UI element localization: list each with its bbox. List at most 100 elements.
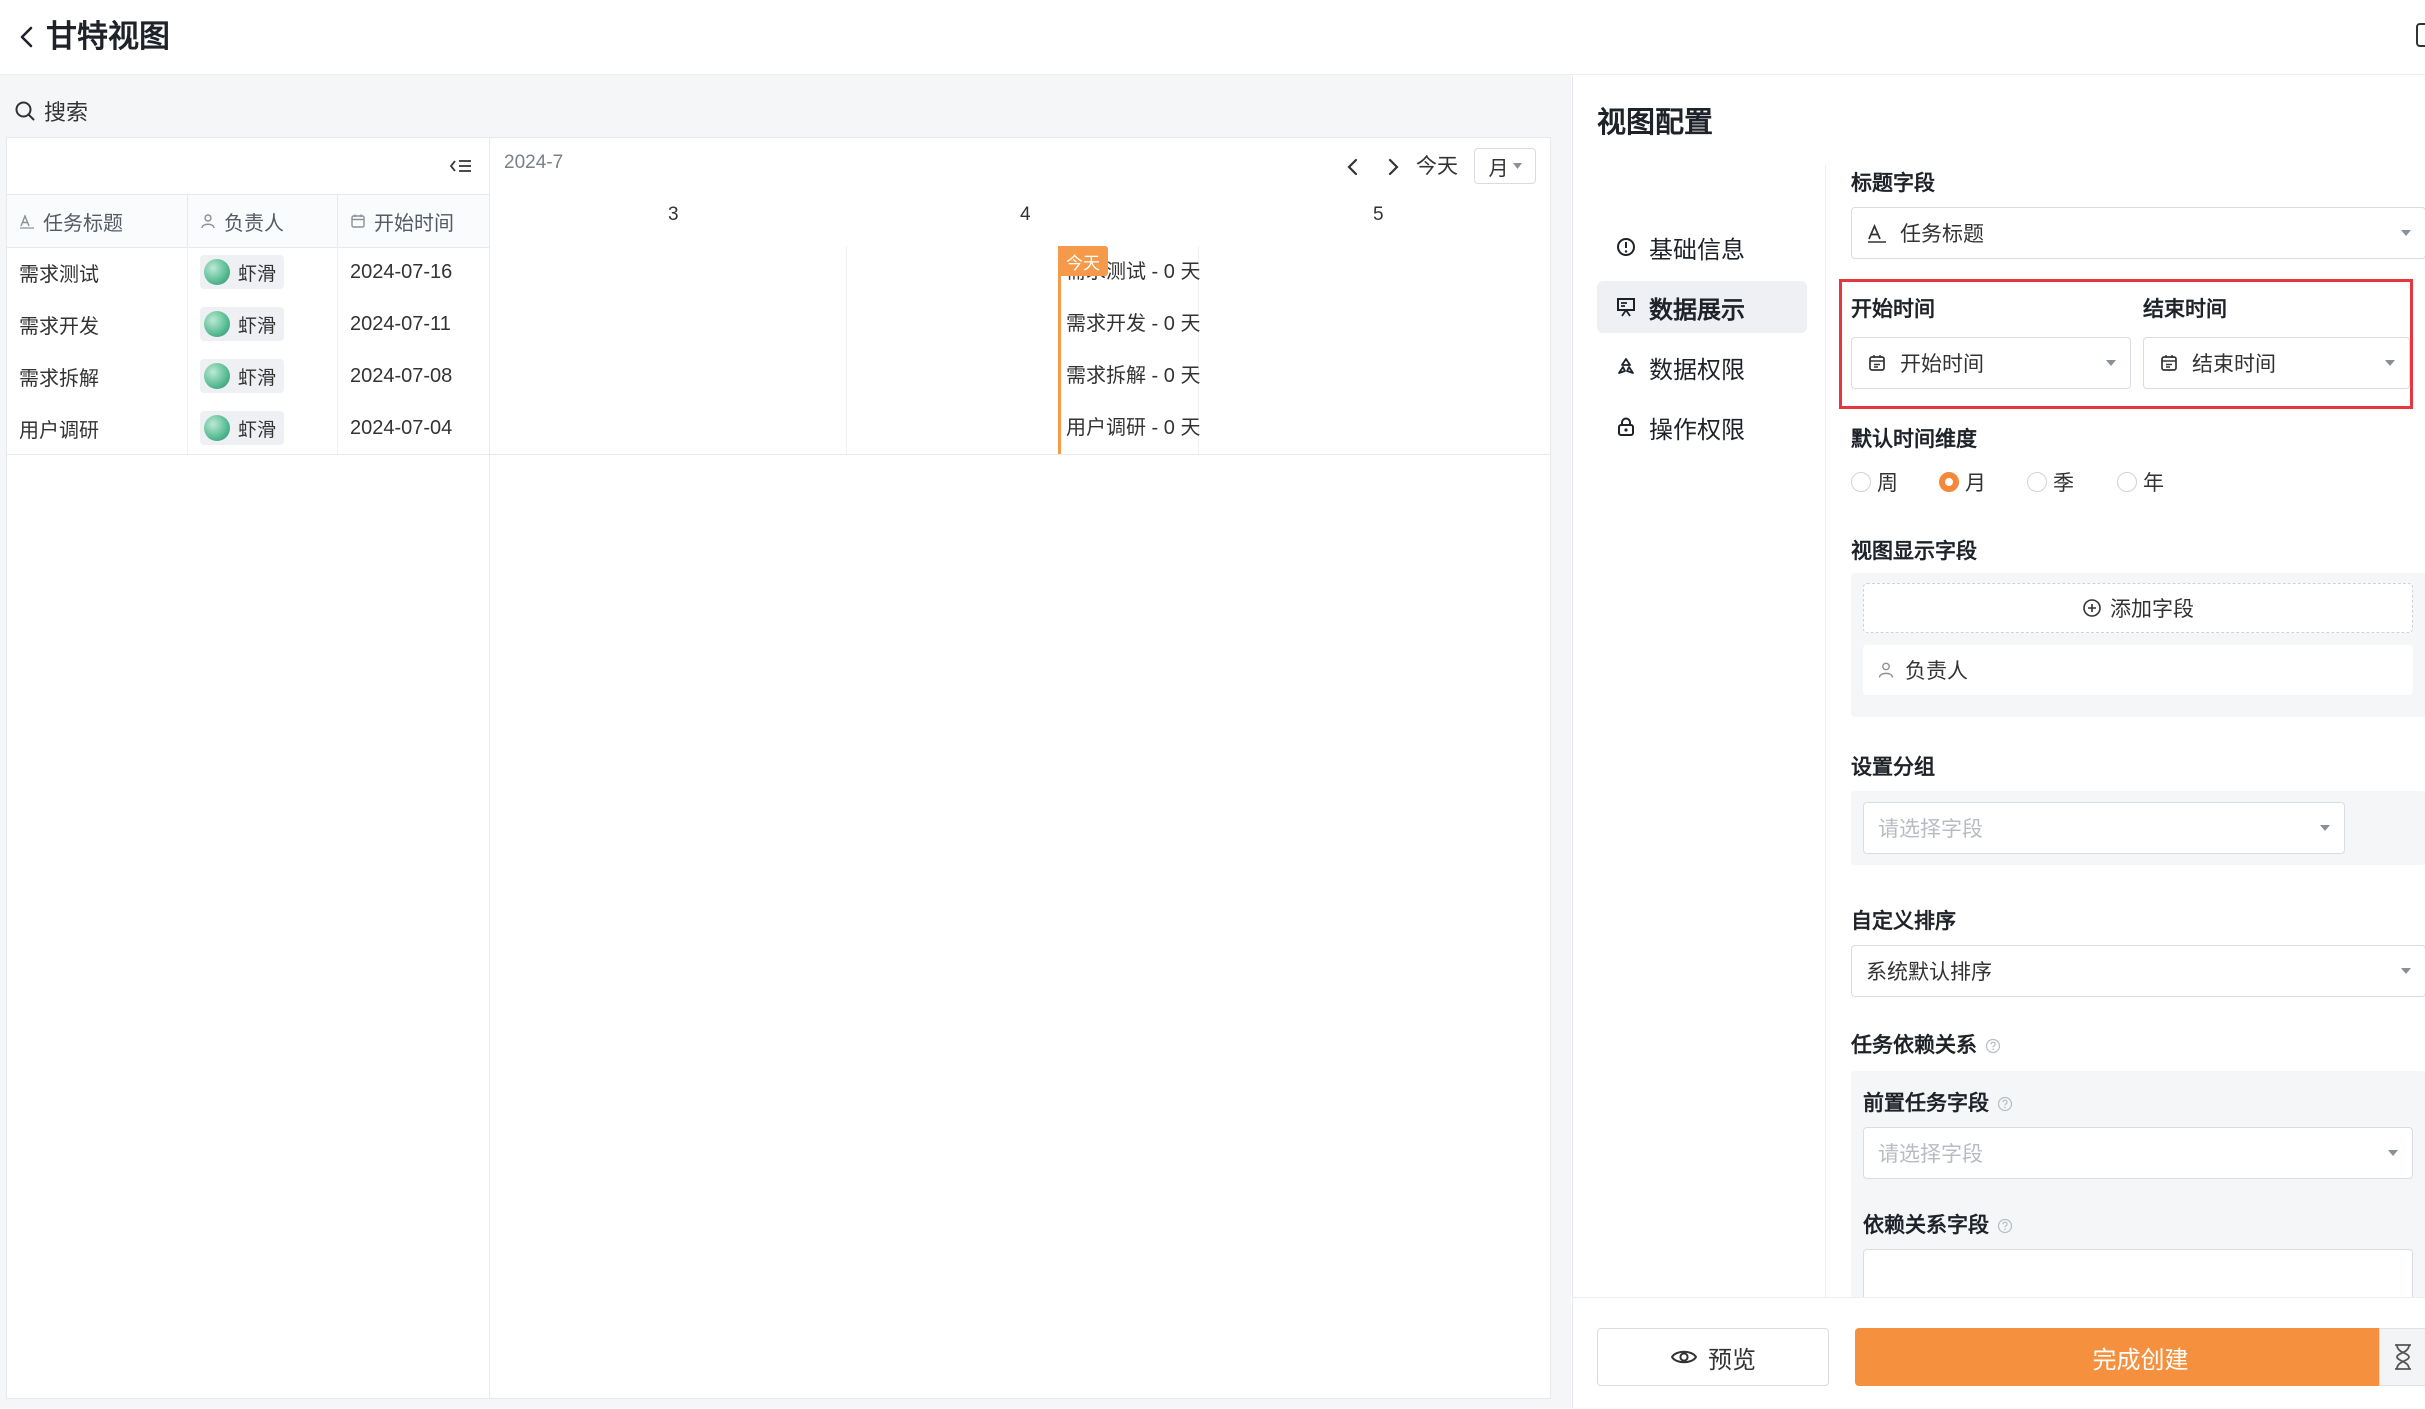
page-title: 甘特视图 bbox=[46, 19, 170, 54]
preview-label: 预览 bbox=[1708, 1346, 1756, 1374]
column-header-owner[interactable]: 负责人 bbox=[188, 195, 338, 247]
back-button[interactable] bbox=[10, 20, 44, 54]
radio-week[interactable]: 周 bbox=[1851, 467, 1898, 497]
finish-create-button[interactable]: 完成创建 bbox=[1855, 1328, 2425, 1386]
radio-month[interactable]: 月 bbox=[1939, 467, 1986, 497]
title-field-value: 任务标题 bbox=[1900, 223, 1984, 246]
avatar bbox=[204, 415, 230, 441]
radio-label: 季 bbox=[2053, 472, 2074, 495]
radio-quarter[interactable]: 季 bbox=[2027, 467, 2074, 497]
default-dimension-label: 默认时间维度 bbox=[1851, 428, 1977, 451]
window-icon[interactable] bbox=[2415, 22, 2425, 50]
radio-label: 月 bbox=[1965, 472, 1986, 495]
task-bar-label[interactable]: 需求拆解 - 0 天 bbox=[1066, 350, 1200, 402]
sort-value: 系统默认排序 bbox=[1866, 961, 1992, 984]
collapse-icon bbox=[449, 160, 471, 172]
help-icon bbox=[1997, 1097, 2013, 1112]
task-title-cell[interactable]: 需求开发 bbox=[7, 298, 188, 350]
pre-task-placeholder: 请选择字段 bbox=[1878, 1143, 1983, 1166]
task-title-cell[interactable]: 需求拆解 bbox=[7, 350, 188, 402]
collapse-grid-button[interactable] bbox=[447, 152, 475, 180]
owner-name: 虾滑 bbox=[238, 419, 277, 441]
time-scale-select[interactable]: 月 bbox=[1474, 148, 1536, 184]
calendar-icon bbox=[351, 214, 365, 228]
title-field-select[interactable]: 任务标题 bbox=[1851, 207, 2425, 259]
search-icon bbox=[15, 101, 35, 121]
group-select[interactable]: 请选择字段 bbox=[1863, 802, 2345, 854]
pre-task-label-row: 前置任务字段 bbox=[1863, 1087, 2013, 1117]
table-row[interactable]: 用户调研 虾滑 2024-07-04 bbox=[7, 402, 489, 454]
group-container: 请选择字段 bbox=[1851, 791, 2425, 865]
dependency-label-row: 任务依赖关系 bbox=[1851, 1029, 2001, 1059]
radio-dot bbox=[1851, 472, 1871, 492]
today-button[interactable]: 今天 bbox=[1416, 150, 1458, 184]
text-field-icon bbox=[20, 214, 34, 229]
task-bar-label[interactable]: 需求开发 - 0 天 bbox=[1066, 298, 1200, 350]
prev-period-button[interactable] bbox=[1338, 152, 1368, 182]
task-title-cell[interactable]: 用户调研 bbox=[7, 402, 188, 454]
monitor-icon bbox=[1617, 298, 1635, 317]
title-field-label: 标题字段 bbox=[1851, 172, 1935, 195]
dep-field-label-row: 依赖关系字段 bbox=[1863, 1209, 2013, 1239]
search-input[interactable]: 搜索 bbox=[14, 89, 314, 133]
start-date-cell[interactable]: 2024-07-16 bbox=[338, 246, 489, 298]
group-placeholder: 请选择字段 bbox=[1878, 818, 1983, 841]
recycle-icon bbox=[1618, 358, 1634, 374]
task-bar-label[interactable]: 用户调研 - 0 天 bbox=[1066, 402, 1200, 454]
caret-down-icon bbox=[2401, 968, 2411, 974]
owner-tag[interactable]: 虾滑 bbox=[200, 307, 285, 341]
start-date-cell[interactable]: 2024-07-04 bbox=[338, 402, 489, 454]
sort-select[interactable]: 系统默认排序 bbox=[1851, 945, 2425, 997]
preview-button[interactable]: 预览 bbox=[1597, 1328, 1829, 1386]
table-row[interactable]: 需求开发 虾滑 2024-07-11 bbox=[7, 298, 489, 350]
nav-item-operation-permission[interactable]: 操作权限 bbox=[1597, 401, 1807, 453]
owner-tag[interactable]: 虾滑 bbox=[200, 255, 285, 289]
owner-tag[interactable]: 虾滑 bbox=[200, 359, 285, 393]
column-header-start[interactable]: 开始时间 bbox=[338, 195, 489, 247]
start-date-cell[interactable]: 2024-07-11 bbox=[338, 298, 489, 350]
column-header-label: 开始时间 bbox=[374, 212, 454, 235]
avatar bbox=[204, 259, 230, 285]
task-title-cell[interactable]: 需求测试 bbox=[7, 246, 188, 298]
nav-item-data-display[interactable]: 数据展示 bbox=[1597, 281, 1807, 333]
highlight-box bbox=[1839, 279, 2413, 409]
column-header-label: 任务标题 bbox=[43, 212, 123, 235]
gantt-chart: 任务标题 负责人 开始时间 需求测试 虾滑 2024-07-16 需求开发 虾滑 bbox=[6, 137, 1551, 1399]
next-period-button[interactable] bbox=[1378, 152, 1408, 182]
user-icon bbox=[1878, 662, 1894, 678]
avatar bbox=[204, 311, 230, 337]
start-date-cell[interactable]: 2024-07-08 bbox=[338, 350, 489, 402]
add-field-button[interactable]: 添加字段 bbox=[1863, 583, 2413, 633]
gantt-timeline: 2024-7 今天 月 3 4 5 需求测试 - 0 天 需求开发 - 0 天 … bbox=[490, 138, 1550, 1398]
table-row[interactable]: 需求拆解 虾滑 2024-07-08 bbox=[7, 350, 489, 402]
view-config-panel: 视图配置 基础信息 数据展示 数据权限 操作权限 标题字段 任务标题 开始时间 … bbox=[1572, 75, 2425, 1409]
caret-down-icon bbox=[2320, 825, 2330, 831]
dep-field-label: 依赖关系字段 bbox=[1863, 1214, 1989, 1237]
radio-dot bbox=[2117, 472, 2137, 492]
day-label: 3 bbox=[668, 204, 679, 225]
info-icon bbox=[1617, 238, 1635, 256]
owner-tag[interactable]: 虾滑 bbox=[200, 411, 285, 445]
time-scale-value: 月 bbox=[1488, 157, 1509, 180]
nav-item-basic-info[interactable]: 基础信息 bbox=[1597, 221, 1807, 273]
table-row[interactable]: 需求测试 虾滑 2024-07-16 bbox=[7, 246, 489, 298]
today-badge: 今天 bbox=[1058, 246, 1108, 276]
radio-dot bbox=[2027, 472, 2047, 492]
radio-dot bbox=[1939, 472, 1959, 492]
hourglass-button[interactable] bbox=[2379, 1328, 2425, 1386]
display-field-item[interactable]: 负责人 bbox=[1863, 645, 2413, 695]
text-field-icon bbox=[1868, 223, 1886, 243]
radio-year[interactable]: 年 bbox=[2117, 467, 2164, 497]
pre-task-select[interactable]: 请选择字段 bbox=[1863, 1127, 2413, 1179]
task-grid: 任务标题 负责人 开始时间 需求测试 虾滑 2024-07-16 需求开发 虾滑 bbox=[7, 138, 490, 1398]
sort-label: 自定义排序 bbox=[1851, 910, 1956, 933]
lock-icon bbox=[1618, 417, 1634, 436]
grid-header: 任务标题 负责人 开始时间 bbox=[7, 194, 489, 248]
radio-label: 年 bbox=[2143, 472, 2164, 495]
plus-circle-icon bbox=[2083, 599, 2101, 617]
divider bbox=[1825, 165, 1826, 1315]
dep-field-select[interactable] bbox=[1863, 1249, 2413, 1301]
column-header-title[interactable]: 任务标题 bbox=[7, 195, 188, 247]
display-fields-container: 添加字段 负责人 bbox=[1851, 573, 2425, 717]
nav-item-data-permission[interactable]: 数据权限 bbox=[1597, 341, 1807, 393]
